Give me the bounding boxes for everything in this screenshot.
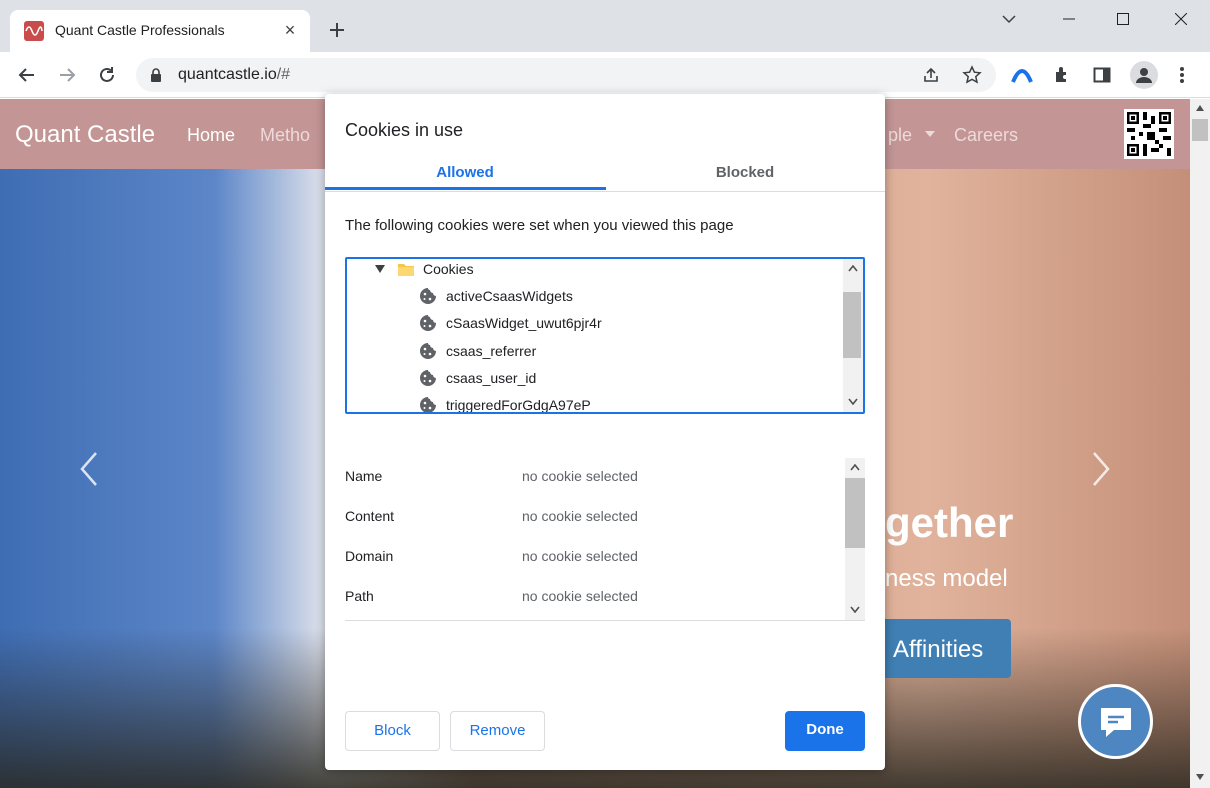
cookie-icon (420, 315, 436, 331)
detail-row-path: Path no cookie selected (345, 588, 845, 608)
nav-methodology[interactable]: Metho (260, 125, 310, 146)
details-scroll-thumb[interactable] (845, 478, 865, 548)
chat-icon (1100, 707, 1131, 737)
active-tab-indicator (325, 187, 606, 190)
scroll-up-icon[interactable] (848, 265, 858, 272)
address-bar[interactable]: quantcastle.io/# (136, 58, 996, 92)
maximize-icon[interactable] (1100, 6, 1146, 32)
hero-subtitle: ness model (885, 565, 1008, 592)
cookie-item[interactable]: csaas_referrer (419, 339, 536, 363)
triangle-down-icon[interactable] (375, 265, 385, 273)
detail-row-domain: Domain no cookie selected (345, 548, 845, 568)
nav-people[interactable]: ple (888, 125, 936, 146)
remove-button[interactable]: Remove (450, 711, 545, 751)
page-scrollbar[interactable] (1190, 99, 1210, 788)
minimize-icon[interactable] (1046, 6, 1092, 32)
forward-icon[interactable] (56, 64, 78, 86)
cookie-item[interactable]: csaas_user_id (419, 366, 536, 390)
cookie-name: triggeredForGdgA97eP (446, 397, 591, 413)
cookie-details-panel: Name no cookie selected Content no cooki… (345, 458, 865, 621)
block-button[interactable]: Block (345, 711, 440, 751)
puzzle-icon[interactable] (1051, 64, 1073, 86)
reload-icon[interactable] (96, 64, 118, 86)
cookie-icon (420, 397, 436, 412)
cookie-item[interactable]: triggeredForGdgA97eP (419, 393, 591, 413)
hero-title: gether (885, 499, 1014, 546)
folder-icon (398, 264, 414, 276)
side-panel-icon[interactable] (1091, 64, 1113, 86)
tree-folder-label: Cookies (423, 261, 474, 277)
cookie-name: csaas_user_id (446, 370, 537, 386)
carousel-next-icon[interactable] (1086, 451, 1116, 487)
cookies-dialog: Cookies in use Allowed Blocked The follo… (325, 94, 885, 770)
tree-folder-row[interactable]: Cookies (375, 259, 474, 281)
done-button[interactable]: Done (785, 711, 865, 751)
star-icon[interactable] (962, 65, 982, 88)
dialog-title: Cookies in use (345, 120, 464, 140)
caret-down-icon (925, 131, 936, 137)
close-icon[interactable]: × (280, 20, 300, 40)
detail-label: Content (345, 508, 395, 524)
cookie-name: csaas_referrer (446, 343, 537, 359)
tree-scrollbar[interactable] (843, 259, 863, 412)
cookie-item[interactable]: cSaasWidget_uwut6pjr4r (419, 311, 602, 335)
site-brand[interactable]: Quant Castle (15, 121, 155, 149)
window-close-icon[interactable] (1158, 6, 1204, 32)
extension-logo-icon[interactable] (1011, 64, 1033, 86)
tab-title: Quant Castle Professionals (55, 22, 225, 38)
tab-blocked[interactable]: Blocked (605, 156, 885, 192)
profile-icon[interactable] (1130, 61, 1158, 89)
detail-value: no cookie selected (522, 548, 638, 564)
scroll-down-icon[interactable] (1195, 773, 1205, 781)
detail-row-name: Name no cookie selected (345, 468, 845, 488)
nav-home[interactable]: Home (187, 125, 235, 146)
carousel-prev-icon[interactable] (76, 451, 106, 487)
detail-label: Name (345, 468, 383, 484)
cookie-name: activeCsaasWidgets (446, 288, 573, 304)
detail-row-content: Content no cookie selected (345, 508, 845, 528)
page-scroll-thumb[interactable] (1192, 119, 1208, 141)
scroll-up-icon[interactable] (1195, 104, 1205, 112)
cookie-icon (420, 343, 436, 359)
detail-value: no cookie selected (522, 468, 638, 484)
detail-value: no cookie selected (522, 508, 638, 524)
scroll-down-icon[interactable] (850, 606, 860, 613)
scroll-down-icon[interactable] (848, 398, 858, 405)
share-icon[interactable] (922, 66, 940, 87)
new-tab-icon[interactable] (325, 18, 349, 42)
cookie-icon (420, 370, 436, 386)
cookie-tree[interactable]: Cookies activeCsaasWidgets cSaasWidget_u… (345, 257, 865, 414)
url-text: quantcastle.io/# (178, 66, 291, 83)
chevron-down-icon[interactable] (986, 6, 1032, 32)
cookie-name: cSaasWidget_uwut6pjr4r (446, 315, 602, 331)
tree-scroll-thumb[interactable] (843, 292, 861, 358)
details-scrollbar[interactable] (845, 458, 865, 620)
back-icon[interactable] (16, 64, 38, 86)
cookie-item[interactable]: activeCsaasWidgets (419, 284, 573, 308)
menu-icon[interactable] (1171, 64, 1193, 86)
lock-icon[interactable] (150, 68, 162, 85)
tab-strip: Quant Castle Professionals × (0, 0, 1210, 52)
nav-careers[interactable]: Careers (954, 125, 1018, 146)
qr-code (1124, 109, 1174, 159)
detail-label: Path (345, 588, 374, 604)
browser-tab[interactable]: Quant Castle Professionals × (10, 10, 310, 52)
detail-value: no cookie selected (522, 588, 638, 604)
browser-toolbar: quantcastle.io/# (0, 52, 1210, 98)
favicon-icon (24, 21, 44, 41)
detail-label: Domain (345, 548, 394, 564)
dialog-intro-text: The following cookies were set when you … (345, 217, 734, 234)
scroll-up-icon[interactable] (850, 464, 860, 471)
chat-widget-button[interactable] (1078, 684, 1153, 759)
cookie-icon (420, 288, 436, 304)
